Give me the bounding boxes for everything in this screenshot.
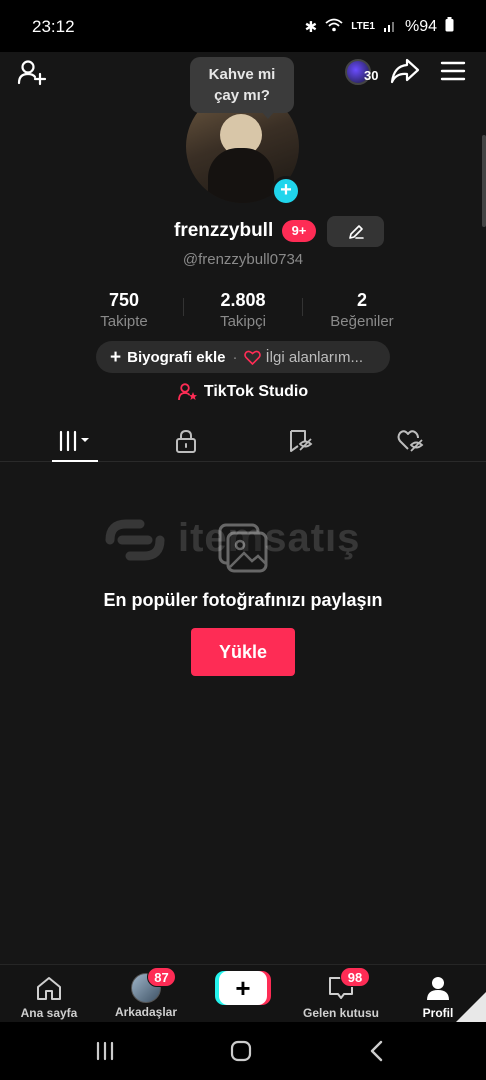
- stat-followers[interactable]: 2.808 Takipçi: [183, 290, 303, 330]
- stat-label: Takipçi: [220, 313, 266, 330]
- tab-active-indicator: [52, 460, 98, 462]
- tab-videos[interactable]: [45, 420, 105, 462]
- friends-badge: 87: [147, 967, 176, 987]
- add-friend-button[interactable]: [16, 56, 48, 88]
- heart-icon: [244, 350, 262, 365]
- edit-profile-button[interactable]: [327, 216, 384, 247]
- bottom-nav: Ana sayfa Arkadaşlar 87 + Gelen kutusu 9…: [0, 964, 486, 1022]
- nav-friends-label: Arkadaşlar: [114, 1005, 178, 1019]
- home-system-button[interactable]: [226, 1038, 256, 1064]
- stat-value: 2.808: [220, 290, 266, 310]
- tooltip-arrow: [261, 111, 275, 119]
- bio-pill[interactable]: + Biyografi ekle · İlgi alanlarım...: [96, 341, 390, 373]
- share-profile-button[interactable]: [388, 54, 422, 88]
- stat-value: 2: [356, 290, 367, 310]
- bluetooth-icon: ✱: [304, 18, 318, 36]
- avatar-body: [208, 148, 274, 203]
- stat-likes[interactable]: 2 Beğeniler: [302, 290, 422, 330]
- back-button[interactable]: [362, 1038, 392, 1064]
- watermark-logo-icon: [105, 519, 165, 561]
- status-icons: ✱ LTE1 %94: [305, 17, 454, 36]
- studio-user-icon: [177, 383, 197, 401]
- hamburger-icon: [440, 61, 466, 81]
- wifi-icon: [325, 18, 343, 36]
- grid-icon: [59, 430, 89, 452]
- coin-count: 30: [364, 68, 379, 83]
- photo-placeholder-icon: [218, 523, 268, 573]
- recent-apps-button[interactable]: [90, 1038, 120, 1064]
- studio-label: TikTok Studio: [203, 383, 309, 400]
- create-button[interactable]: +: [219, 971, 267, 1005]
- stat-label: Takipte: [100, 313, 148, 330]
- battery-percent: %94: [404, 17, 437, 35]
- add-story-button[interactable]: +: [271, 176, 301, 206]
- home-icon: [37, 977, 61, 1000]
- bookmark-hidden-icon: [290, 430, 313, 452]
- bio-separator: ·: [232, 348, 238, 366]
- signal-icon: [383, 18, 397, 36]
- corner-flag-icon: [456, 992, 486, 1022]
- profile-tabs: [0, 420, 486, 462]
- recent-apps-icon: [96, 1041, 114, 1061]
- interests-label[interactable]: İlgi alanlarım...: [265, 349, 363, 366]
- tab-liked[interactable]: [381, 420, 441, 462]
- profile-icon: [427, 977, 449, 1000]
- heart-hidden-icon: [397, 430, 424, 452]
- profile-stats: 750 Takipte 2.808 Takipçi 2 Beğeniler: [0, 290, 486, 334]
- plus-icon: +: [110, 346, 122, 368]
- empty-state-title: En popüler fotoğrafınızı paylaşın: [103, 590, 383, 610]
- notification-badge[interactable]: 9+: [282, 220, 316, 242]
- stat-following[interactable]: 750 Takipte: [64, 290, 184, 330]
- inbox-badge: 98: [340, 967, 370, 987]
- upload-button[interactable]: Yükle: [191, 628, 295, 676]
- tab-private[interactable]: [156, 420, 216, 462]
- tooltip-line-1: Kahve mi: [208, 66, 276, 83]
- system-nav-bar: [0, 1022, 486, 1080]
- lock-icon: [176, 429, 196, 453]
- stat-label: Beğeniler: [330, 313, 394, 330]
- add-bio-label[interactable]: Biyografi ekle: [127, 349, 225, 366]
- display-name: frenzzybull: [174, 220, 274, 241]
- nav-inbox-label: Gelen kutusu: [302, 1006, 379, 1020]
- nav-home[interactable]: Ana sayfa: [14, 969, 84, 1020]
- tooltip-line-2: çay mı?: [214, 87, 270, 104]
- network-label: LTE1: [351, 21, 375, 32]
- nav-home-label: Ana sayfa: [20, 1006, 78, 1020]
- share-icon: [390, 58, 420, 84]
- home-button-icon: [230, 1040, 252, 1062]
- tab-saved[interactable]: [270, 420, 330, 462]
- add-user-icon: [17, 60, 47, 86]
- tiktok-studio-link[interactable]: TikTok Studio: [0, 383, 486, 401]
- status-bar: 23:12 ✱ LTE1 %94: [0, 0, 486, 52]
- user-handle: @frenzzybull0734: [182, 251, 304, 268]
- tooltip-bubble[interactable]: Kahve mi çay mı?: [190, 57, 294, 113]
- stat-value: 750: [108, 290, 140, 310]
- battery-icon: [445, 17, 454, 36]
- coin-button[interactable]: 30: [343, 56, 383, 88]
- back-icon: [370, 1040, 383, 1062]
- menu-button[interactable]: [438, 56, 468, 86]
- pencil-icon: [348, 224, 364, 239]
- scroll-indicator: [482, 135, 486, 227]
- username-row: frenzzybull 9+: [0, 216, 486, 247]
- status-time: 23:12: [32, 17, 75, 36]
